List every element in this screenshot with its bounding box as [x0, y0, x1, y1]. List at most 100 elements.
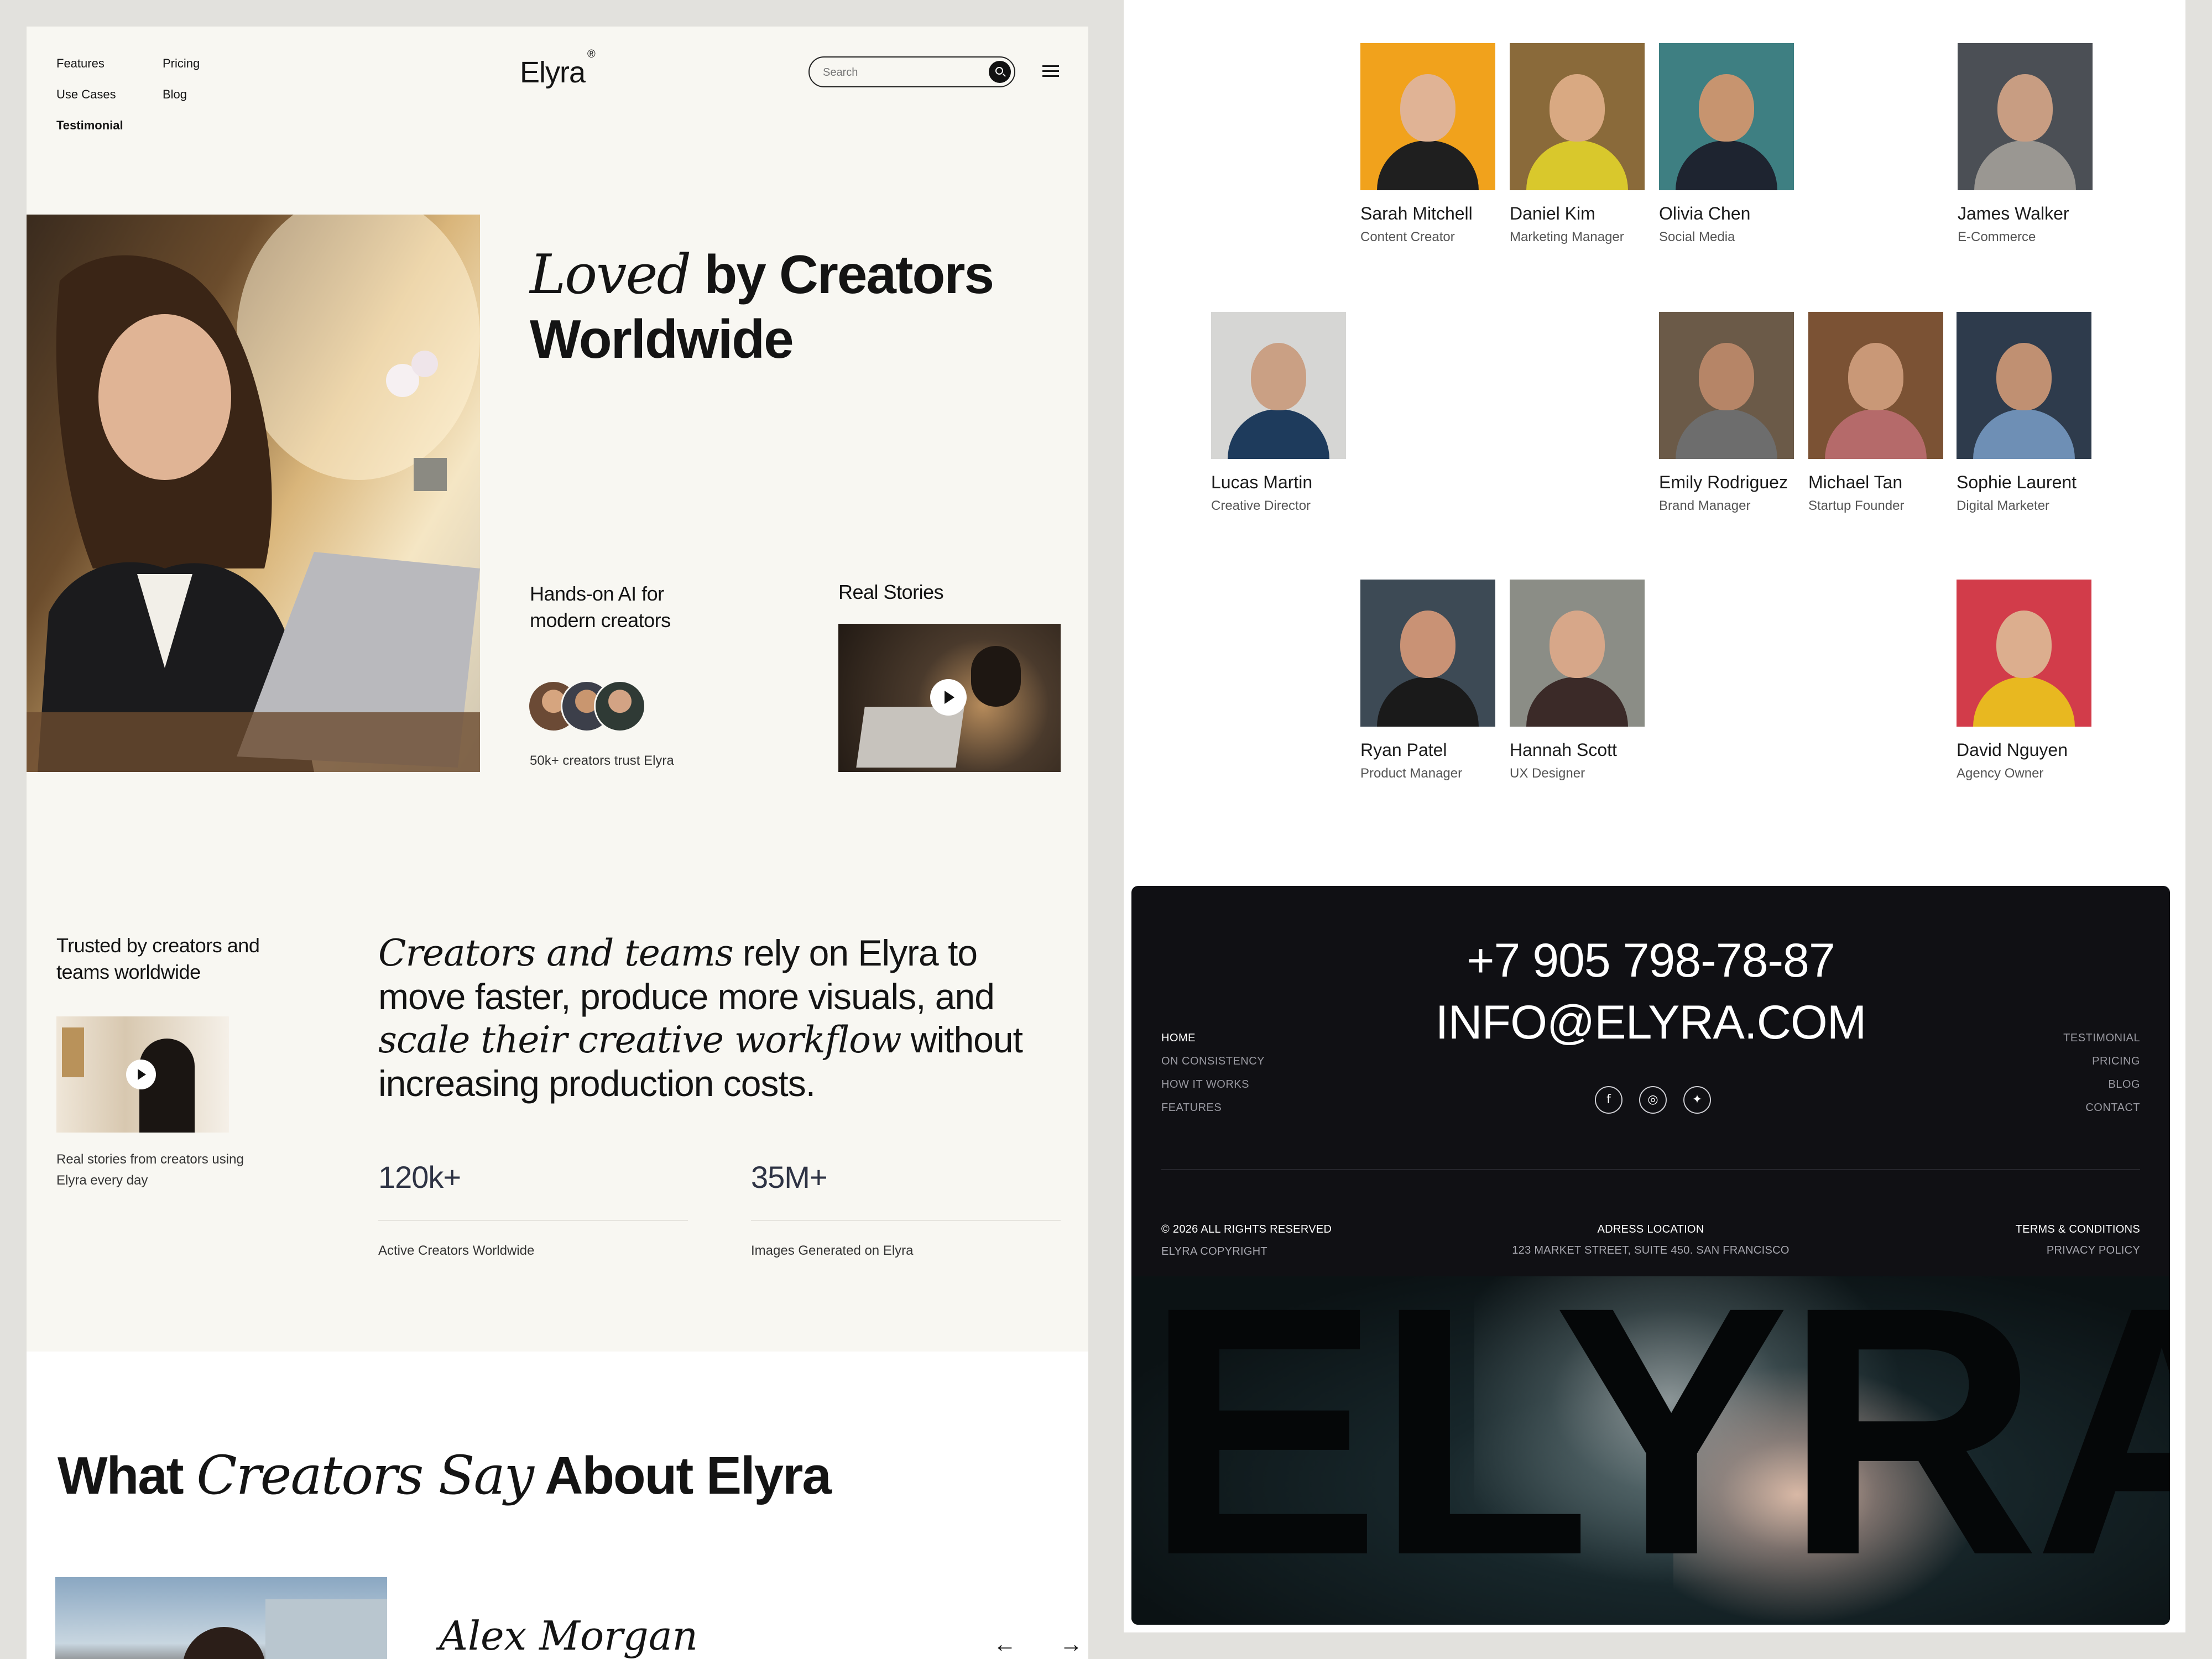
- creator-shirt: [1377, 140, 1479, 190]
- creator-role: Brand Manager: [1659, 498, 1751, 513]
- creator-role: Product Manager: [1360, 766, 1463, 781]
- creator-name: Daniel Kim: [1510, 204, 1595, 223]
- nav-pricing[interactable]: Pricing: [163, 56, 200, 71]
- stat-label-creators: Active Creators Worldwide: [378, 1243, 535, 1258]
- footer-nav-testimonial[interactable]: TESTIMONIAL: [2063, 1032, 2140, 1045]
- creator-role: UX Designer: [1510, 766, 1585, 781]
- creator-photo: [1958, 43, 2093, 190]
- creator-face: [1996, 343, 2052, 410]
- footer: +7 905 798-78-87 INFO@ELYRA.COM HOME ON …: [1131, 886, 2170, 1625]
- creator-shirt: [1974, 140, 2076, 190]
- creator-card[interactable]: David Nguyen Agency Owner: [1957, 580, 2106, 781]
- facebook-icon[interactable]: f: [1595, 1086, 1623, 1114]
- testimonial-name: Alex Morgan: [439, 1613, 698, 1659]
- creator-name: Lucas Martin: [1211, 472, 1313, 492]
- creator-card[interactable]: James Walker E-Commerce: [1958, 43, 2107, 245]
- testimonials-title-italic: Creators Say: [196, 1444, 534, 1506]
- footer-email[interactable]: INFO@ELYRA.COM: [1131, 995, 2170, 1050]
- play-icon[interactable]: [930, 679, 967, 716]
- footer-big-wordmark: ELYRA: [1145, 1276, 2170, 1625]
- trusted-caption: Real stories from creators using Elyra e…: [56, 1152, 244, 1188]
- creator-face: [1699, 74, 1754, 142]
- footer-nav-consistency[interactable]: ON CONSISTENCY: [1161, 1055, 1265, 1068]
- nav-blog[interactable]: Blog: [163, 87, 187, 102]
- creator-name: Ryan Patel: [1360, 740, 1447, 760]
- creator-shirt: [1676, 140, 1777, 190]
- twitter-icon[interactable]: ✦: [1683, 1086, 1711, 1114]
- nav-testimonial[interactable]: Testimonial: [56, 118, 123, 133]
- search-button[interactable]: [989, 61, 1011, 83]
- creator-card[interactable]: Sarah Mitchell Content Creator: [1360, 43, 1510, 245]
- creator-name: Sophie Laurent: [1957, 472, 2077, 492]
- footer-nav-features[interactable]: FEATURES: [1161, 1102, 1222, 1114]
- creator-face: [1550, 611, 1605, 678]
- creator-shirt: [1526, 677, 1628, 727]
- footer-privacy-link[interactable]: PRIVACY POLICY: [2047, 1244, 2140, 1257]
- arrow-right-icon[interactable]: →: [1057, 1630, 1085, 1658]
- testimonials-title-b: About Elyra: [533, 1446, 832, 1505]
- creator-card[interactable]: Sophie Laurent Digital Marketer: [1957, 312, 2106, 514]
- creator-name: James Walker: [1958, 204, 2069, 223]
- logo-text: Elyra: [520, 56, 586, 89]
- hero-title-italic: Loved: [530, 243, 691, 306]
- creator-card[interactable]: Daniel Kim Marketing Manager: [1510, 43, 1659, 245]
- creator-role: Digital Marketer: [1957, 498, 2050, 513]
- hero-photo: [27, 215, 480, 772]
- footer-brand-art: ELYRA: [1131, 1276, 2170, 1625]
- testimonials-title-a: What: [58, 1446, 197, 1505]
- woman-at-laptop-illustration: [27, 215, 480, 772]
- creator-photo: [1360, 43, 1495, 190]
- footer-phone[interactable]: +7 905 798-78-87: [1131, 933, 2170, 988]
- creator-face: [1848, 343, 1903, 410]
- arrow-left-icon[interactable]: ←: [991, 1630, 1019, 1658]
- creator-story-video[interactable]: [56, 1016, 229, 1133]
- creator-shirt: [1973, 409, 2075, 459]
- creator-role: Social Media: [1659, 229, 1735, 244]
- footer-nav-blog[interactable]: BLOG: [2108, 1078, 2140, 1091]
- creator-face: [1550, 74, 1605, 142]
- creator-face: [1400, 74, 1455, 142]
- creator-card[interactable]: Lucas Martin Creative Director: [1211, 312, 1360, 514]
- creator-card[interactable]: Hannah Scott UX Designer: [1510, 580, 1659, 781]
- footer-nav-contact[interactable]: CONTACT: [2085, 1102, 2140, 1114]
- creator-role: E-Commerce: [1958, 229, 2036, 244]
- creator-photo: [1510, 580, 1645, 727]
- team-and-footer-page: Sarah Mitchell Content Creator Daniel Kim M…: [1124, 0, 2185, 1632]
- landing-page: Features Pricing Use Cases Blog Testimon…: [27, 27, 1088, 1659]
- real-stories-video[interactable]: [838, 624, 1061, 772]
- creator-face: [1997, 74, 2053, 142]
- creator-shirt: [1377, 677, 1479, 727]
- creator-card[interactable]: Michael Tan Startup Founder: [1808, 312, 1958, 514]
- search-icon: [995, 67, 1003, 75]
- play-icon[interactable]: [126, 1060, 156, 1089]
- hero-subtitle: Hands-on AI for modern creators: [530, 582, 671, 632]
- stat-label-images: Images Generated on Elyra: [751, 1243, 914, 1258]
- stat-divider: [751, 1220, 1061, 1221]
- instagram-icon[interactable]: ◎: [1639, 1086, 1667, 1114]
- creator-role: Creative Director: [1211, 498, 1311, 513]
- hamburger-icon[interactable]: [1042, 65, 1059, 77]
- creator-role: Content Creator: [1360, 229, 1455, 244]
- creator-card[interactable]: Ryan Patel Product Manager: [1360, 580, 1510, 781]
- creator-role: Startup Founder: [1808, 498, 1905, 513]
- creator-face: [1251, 343, 1306, 410]
- trusted-title: Trusted by creators and teams worldwide: [56, 934, 260, 983]
- creator-photo: [1659, 312, 1794, 459]
- creator-role: Marketing Manager: [1510, 229, 1624, 244]
- logo[interactable]: Elyra®: [520, 48, 596, 90]
- footer-address: 123 MARKET STREET, SUITE 450. SAN FRANCI…: [1512, 1244, 1790, 1256]
- nav-features[interactable]: Features: [56, 56, 105, 71]
- creator-card[interactable]: Olivia Chen Social Media: [1659, 43, 1808, 245]
- stat-divider: [378, 1220, 688, 1221]
- creator-photo: [1510, 43, 1645, 190]
- search-input[interactable]: [823, 64, 972, 81]
- creator-shirt: [1973, 677, 2075, 727]
- creator-face: [1699, 343, 1754, 410]
- footer-nav-how-it-works[interactable]: HOW IT WORKS: [1161, 1078, 1249, 1091]
- footer-nav-pricing[interactable]: PRICING: [2092, 1055, 2140, 1068]
- creator-card[interactable]: Emily Rodriguez Brand Manager: [1659, 312, 1808, 514]
- footer-nav-home[interactable]: HOME: [1161, 1032, 1196, 1045]
- creator-name: Sarah Mitchell: [1360, 204, 1473, 223]
- nav-use-cases[interactable]: Use Cases: [56, 87, 116, 102]
- footer-terms-link[interactable]: TERMS & CONDITIONS: [2016, 1223, 2140, 1236]
